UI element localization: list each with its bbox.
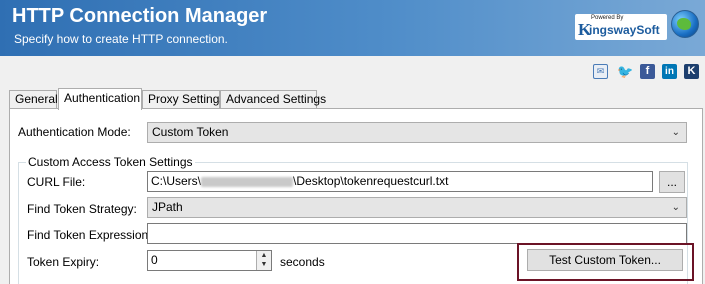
globe-icon xyxy=(671,10,699,38)
tab-general[interactable]: General xyxy=(9,90,58,109)
curl-path-prefix: C:\Users\ xyxy=(151,174,202,188)
email-icon[interactable]: ✉ xyxy=(593,64,608,79)
browse-button[interactable]: ... xyxy=(659,171,685,193)
auth-mode-label: Authentication Mode: xyxy=(18,125,131,139)
expiry-spinner[interactable]: ▲ ▼ xyxy=(256,251,271,270)
token-strategy-value: JPath xyxy=(152,200,183,214)
linkedin-icon[interactable]: in xyxy=(662,64,677,79)
dialog-title: HTTP Connection Manager xyxy=(12,5,268,27)
auth-mode-select[interactable]: Custom Token ⌄ xyxy=(147,122,687,143)
group-title: Custom Access Token Settings xyxy=(26,155,195,169)
header-banner: HTTP Connection Manager Specify how to c… xyxy=(0,0,705,56)
curl-file-input[interactable]: C:\Users\ \Desktop\tokenrequestcurl.txt xyxy=(147,171,653,192)
logo-powered-by: Powered By xyxy=(591,15,624,21)
token-expression-label: Find Token Expression: xyxy=(27,228,152,242)
chevron-down-icon: ⌄ xyxy=(671,202,680,213)
token-expression-input[interactable] xyxy=(147,223,687,244)
logo-name: ingswaySoft xyxy=(589,23,660,37)
token-strategy-label: Find Token Strategy: xyxy=(27,202,137,216)
tab-proxy-settings[interactable]: Proxy Settings xyxy=(142,90,225,109)
curl-path-suffix: \Desktop\tokenrequestcurl.txt xyxy=(293,174,449,188)
dialog-subtitle: Specify how to create HTTP connection. xyxy=(14,32,228,46)
spin-down-icon[interactable]: ▼ xyxy=(257,260,271,269)
auth-mode-value: Custom Token xyxy=(152,125,229,139)
tab-advanced-settings[interactable]: Advanced Settings xyxy=(220,90,326,109)
redacted-username xyxy=(201,176,294,187)
token-expiry-label: Token Expiry: xyxy=(27,255,100,269)
token-strategy-select[interactable]: JPath ⌄ xyxy=(147,197,687,218)
curl-file-label: CURL File: xyxy=(27,175,86,189)
tab-authentication[interactable]: Authentication xyxy=(58,88,142,110)
token-expiry-value: 0 xyxy=(151,253,158,267)
twitter-icon[interactable]: 🐦 xyxy=(617,64,633,79)
chevron-down-icon: ⌄ xyxy=(671,127,680,138)
token-expiry-input[interactable]: 0 ▲ ▼ xyxy=(147,250,272,271)
highlight-frame xyxy=(517,243,694,281)
spin-up-icon[interactable]: ▲ xyxy=(257,251,271,260)
facebook-icon[interactable]: f xyxy=(640,64,655,79)
kingswaysoft-icon[interactable]: K xyxy=(684,64,699,79)
kingswaysoft-logo: Powered By K ingswaySoft xyxy=(575,14,667,40)
expiry-unit-label: seconds xyxy=(280,255,325,269)
